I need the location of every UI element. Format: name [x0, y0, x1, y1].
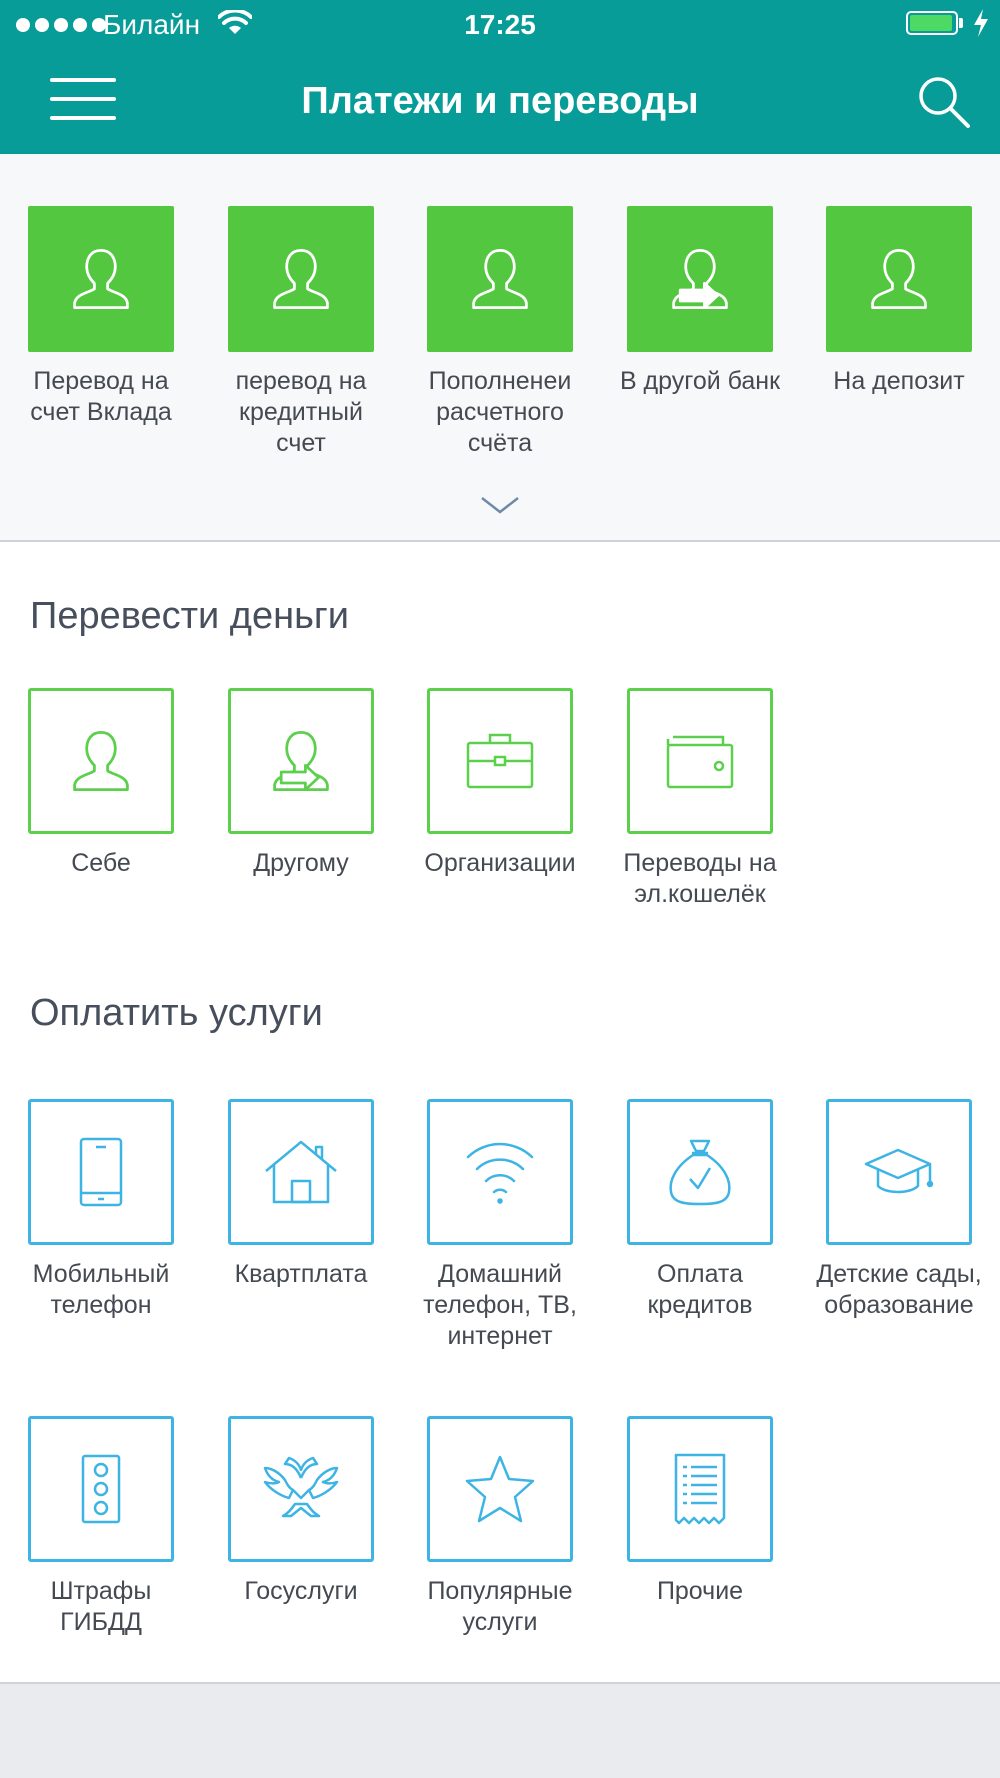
tile-label: перевод на кредитный счет — [235, 367, 367, 457]
status-bar: Билайн 17:25 — [0, 0, 1000, 50]
tile-icon-box[interactable] — [427, 1416, 573, 1562]
traffic-light-icon — [81, 1454, 121, 1524]
tile-person-transfer[interactable]: Другому — [211, 688, 391, 879]
mobile-phone-icon — [79, 1137, 123, 1207]
battery-tip — [959, 18, 963, 28]
tile-person[interactable]: Пополненеи расчетного счёта — [410, 206, 590, 459]
quick-actions-section: Перевод на счет Вклада перевод на кредит… — [0, 154, 1000, 542]
tile-icon-box[interactable] — [427, 1099, 573, 1245]
tile-icon-box[interactable] — [228, 1099, 374, 1245]
chevron-down-icon[interactable] — [480, 494, 520, 516]
coat-of-arms-icon — [261, 1454, 341, 1524]
transfer-section-title: Перевести деньги — [30, 595, 349, 637]
tile-person-transfer[interactable]: В другой банк — [610, 206, 790, 397]
tile-icon-box[interactable] — [627, 206, 773, 352]
person-icon — [68, 246, 134, 312]
tile-label: Штрафы ГИБДД — [50, 1577, 152, 1636]
wifi-icon — [465, 1137, 535, 1207]
tile-label: Организации — [424, 849, 576, 877]
tile-label: В другой банк — [619, 367, 781, 395]
tile-icon-box[interactable] — [28, 1099, 174, 1245]
battery-icon — [906, 11, 958, 35]
tile-label: Домашний телефон, ТВ, интернет — [423, 1260, 577, 1350]
tile-icon-box[interactable] — [28, 206, 174, 352]
tile-icon-box[interactable] — [627, 688, 773, 834]
receipt-icon — [673, 1452, 727, 1526]
person-transfer-icon — [667, 246, 733, 312]
tile-briefcase[interactable]: Организации — [410, 688, 590, 879]
tile-label: Прочие — [656, 1577, 744, 1605]
graduation-cap-icon — [864, 1142, 934, 1202]
briefcase-icon — [465, 731, 535, 791]
house-icon — [264, 1139, 338, 1205]
tile-label: Госуслуги — [244, 1577, 358, 1605]
tile-icon-box[interactable] — [28, 1416, 174, 1562]
tile-icon-box[interactable] — [228, 688, 374, 834]
tile-label: Оплата кредитов — [647, 1260, 753, 1319]
tile-person[interactable]: перевод на кредитный счет — [211, 206, 391, 459]
money-bag-icon — [667, 1137, 733, 1207]
tile-label: Переводы на эл.кошелёк — [623, 849, 777, 908]
tile-money-bag[interactable]: Оплата кредитов — [610, 1099, 790, 1321]
tile-icon-box[interactable] — [826, 1099, 972, 1245]
tile-person[interactable]: Себе — [11, 688, 191, 879]
tile-label: Другому — [253, 849, 349, 877]
tile-mobile-phone[interactable]: Мобильный телефон — [11, 1099, 191, 1321]
tile-wallet[interactable]: Переводы на эл.кошелёк — [610, 688, 790, 910]
tile-label: На депозит — [833, 367, 965, 395]
wallet-icon — [665, 731, 735, 791]
tile-label: Пополненеи расчетного счёта — [428, 367, 572, 457]
search-icon[interactable] — [916, 74, 972, 130]
tile-icon-box[interactable] — [28, 688, 174, 834]
tile-icon-box[interactable] — [427, 206, 573, 352]
tile-label: Квартплата — [234, 1260, 368, 1288]
tile-person[interactable]: На депозит — [809, 206, 989, 397]
tile-icon-box[interactable] — [627, 1099, 773, 1245]
tile-label: Перевод на счет Вклада — [30, 367, 172, 426]
clock: 17:25 — [464, 9, 536, 40]
charging-bolt-icon — [974, 9, 988, 37]
tile-label: Детские сады, образование — [816, 1260, 982, 1319]
tile-house[interactable]: Квартплата — [211, 1099, 391, 1290]
person-icon — [866, 246, 932, 312]
person-icon — [268, 246, 334, 312]
tile-receipt[interactable]: Прочие — [610, 1416, 790, 1607]
main-content: Перевести деньги Себе Другому Организаци… — [0, 542, 1000, 1684]
tile-label: Мобильный телефон — [32, 1260, 170, 1319]
page-title: Платежи и переводы — [301, 80, 699, 122]
tile-icon-box[interactable] — [228, 206, 374, 352]
tile-icon-box[interactable] — [627, 1416, 773, 1562]
services-section-title: Оплатить услуги — [30, 992, 323, 1034]
tile-graduation-cap[interactable]: Детские сады, образование — [809, 1099, 989, 1321]
tile-label: Себе — [71, 849, 131, 877]
tile-wifi[interactable]: Домашний телефон, ТВ, интернет — [410, 1099, 590, 1352]
tile-icon-box[interactable] — [826, 206, 972, 352]
tile-traffic-light[interactable]: Штрафы ГИБДД — [11, 1416, 191, 1638]
tile-star[interactable]: Популярные услуги — [410, 1416, 590, 1638]
person-transfer-icon — [268, 728, 334, 794]
star-icon — [464, 1454, 536, 1524]
nav-bar: Платежи и переводы — [0, 50, 1000, 154]
tile-person[interactable]: Перевод на счет Вклада — [11, 206, 191, 428]
person-icon — [467, 246, 533, 312]
tile-icon-box[interactable] — [427, 688, 573, 834]
tile-label: Популярные услуги — [427, 1577, 573, 1636]
tile-icon-box[interactable] — [228, 1416, 374, 1562]
tile-coat-of-arms[interactable]: Госуслуги — [211, 1416, 391, 1607]
person-icon — [68, 728, 134, 794]
